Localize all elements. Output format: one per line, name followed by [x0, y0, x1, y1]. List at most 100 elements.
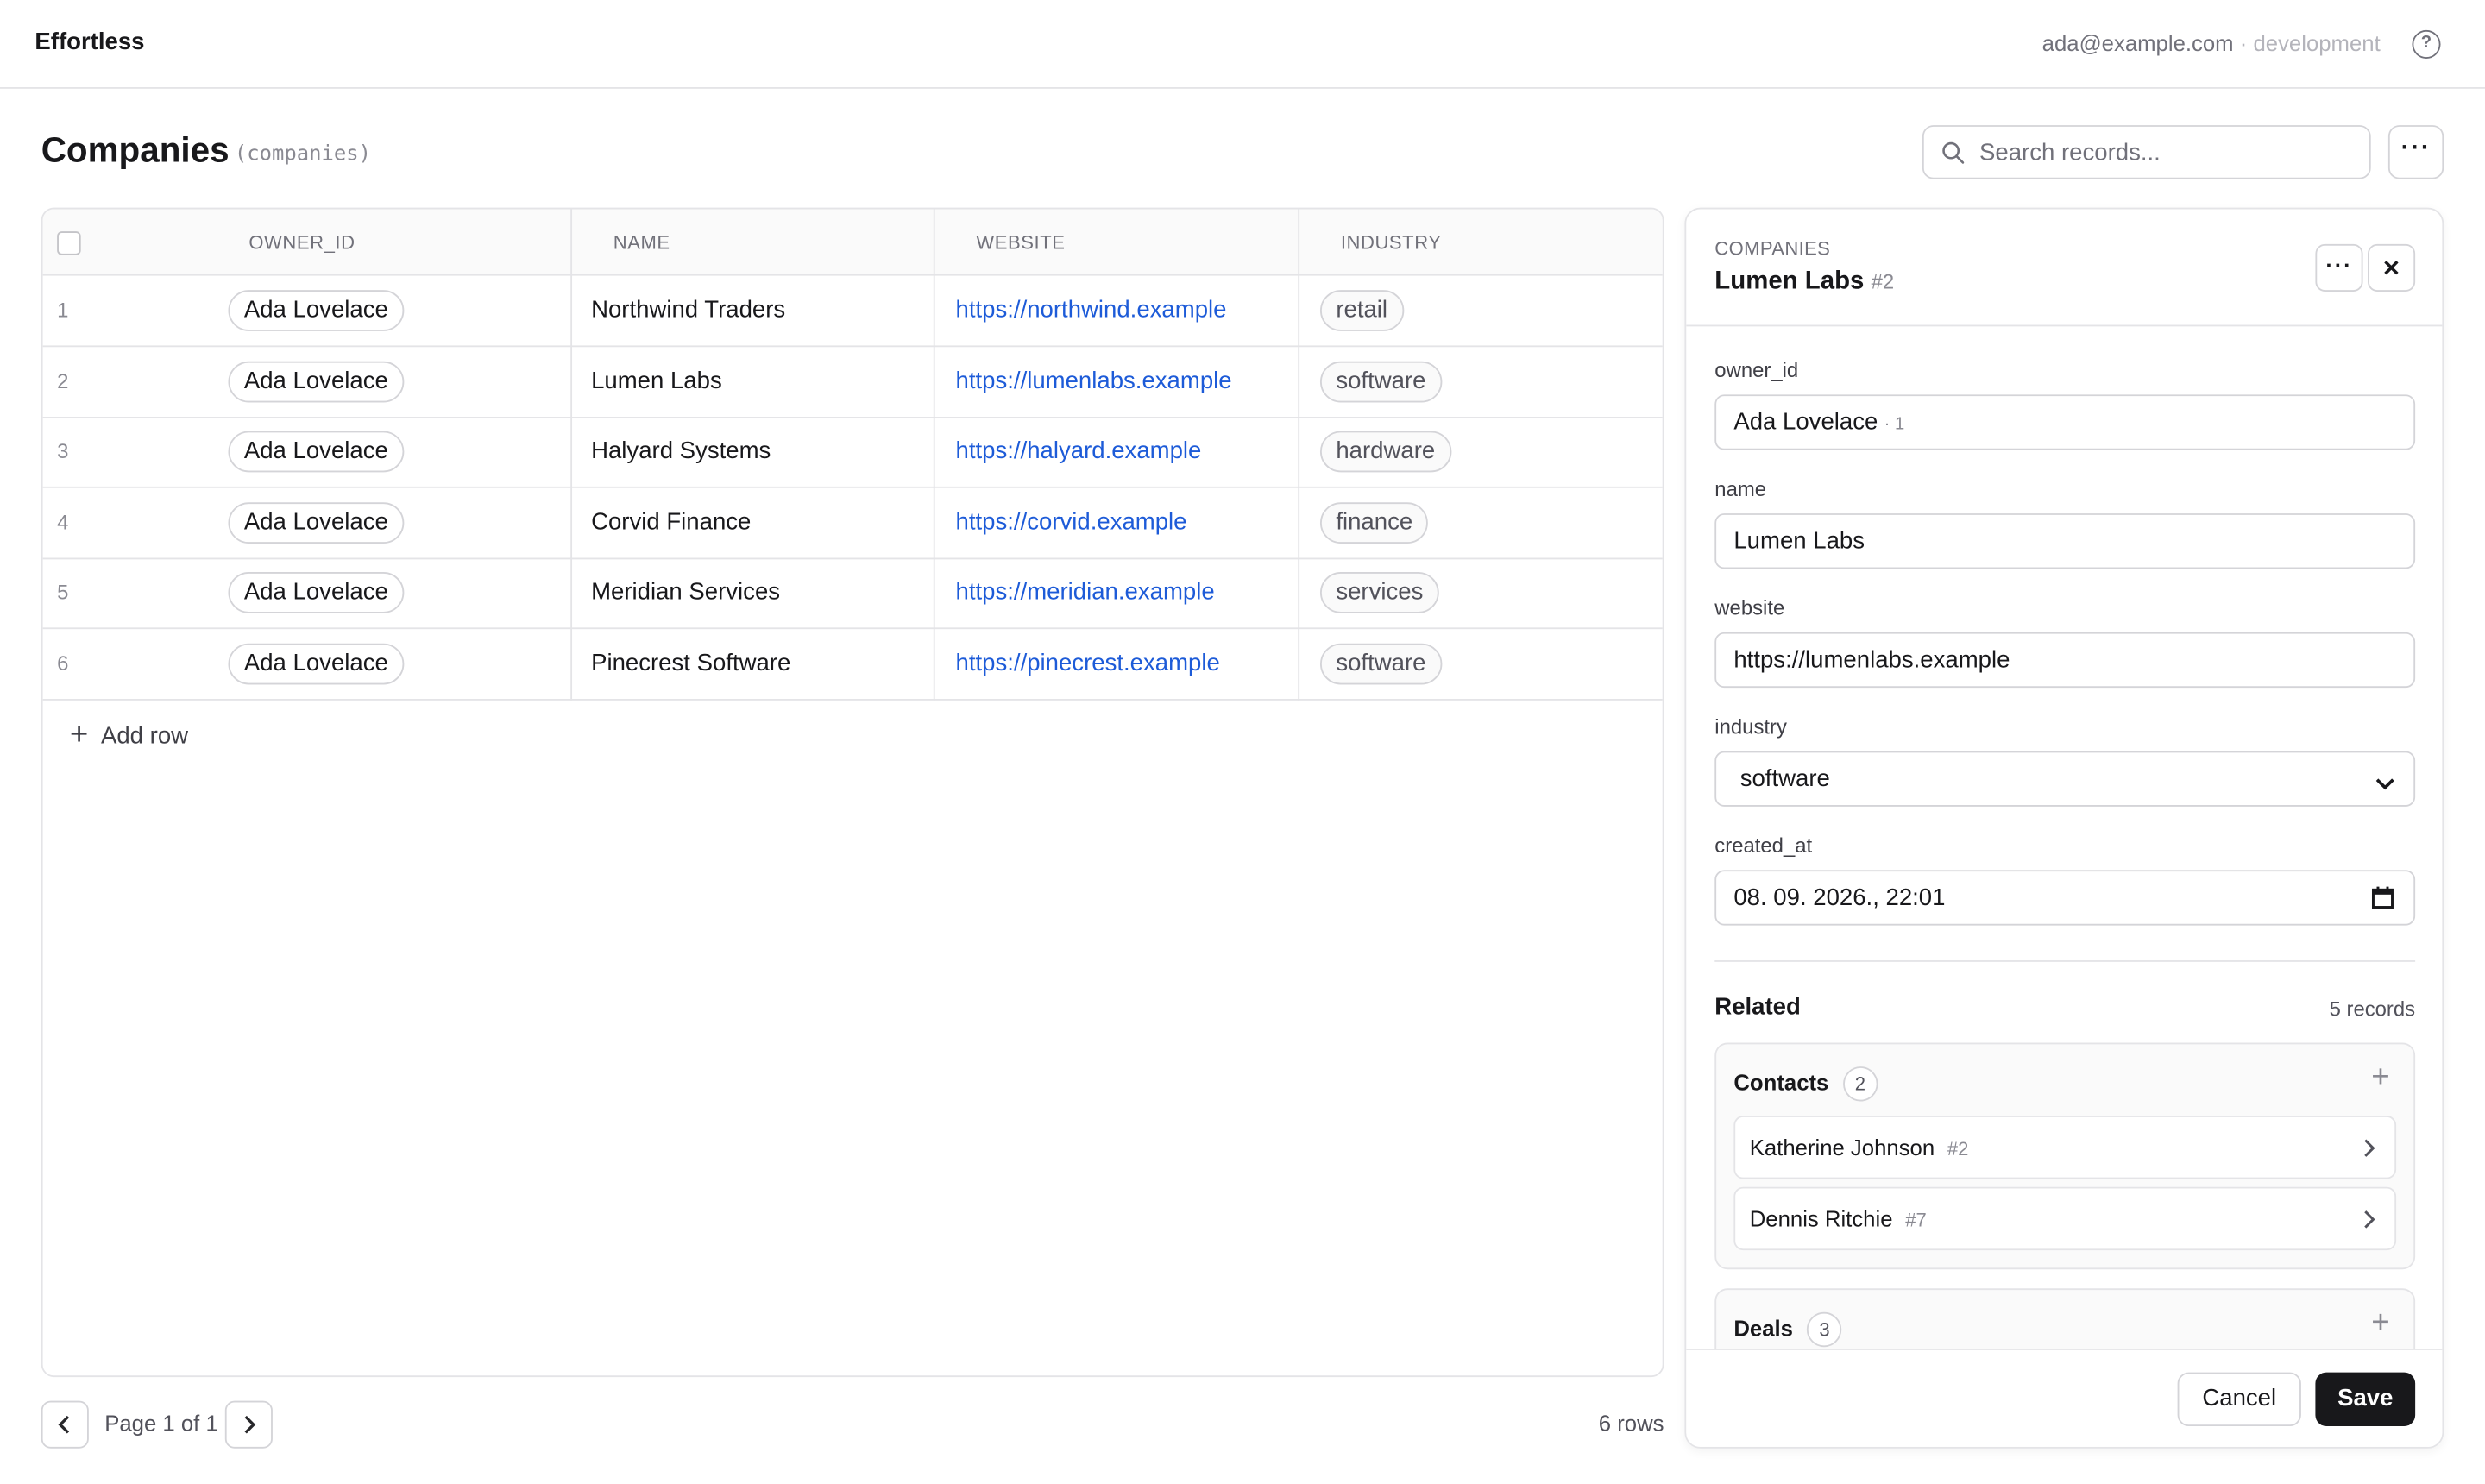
- column-header-owner-id[interactable]: OWNER_ID: [248, 231, 355, 254]
- related-item-id: #2: [1947, 1137, 1969, 1160]
- related-title: Related: [1714, 993, 1801, 1021]
- website-link[interactable]: https://northwind.example: [956, 296, 1227, 323]
- table-row[interactable]: 2 Ada Lovelace Lumen Labs https://lumenl…: [42, 347, 1663, 418]
- account-email: ada@example.com: [2041, 29, 2234, 56]
- count-badge: 3: [1807, 1311, 1842, 1348]
- column-divider: [1298, 209, 1300, 701]
- website-link[interactable]: https://meridian.example: [956, 578, 1215, 605]
- panel-table-label: COMPANIES: [1714, 237, 1831, 261]
- prev-page-button[interactable]: [41, 1400, 89, 1449]
- related-group-name: Deals: [1733, 1315, 1793, 1341]
- calendar-icon[interactable]: [2371, 886, 2395, 916]
- owner-pill[interactable]: Ada Lovelace: [228, 502, 405, 544]
- app-logo[interactable]: Effortless: [35, 28, 144, 55]
- related-group-title: Deals 3: [1733, 1311, 1842, 1348]
- chevron-right-icon: [2363, 1209, 2376, 1237]
- panel-footer: Cancel Save: [1686, 1349, 2443, 1447]
- owner-pill[interactable]: Ada Lovelace: [228, 643, 405, 685]
- add-deal-button[interactable]: +: [2371, 1305, 2389, 1342]
- cancel-button[interactable]: Cancel: [2177, 1372, 2301, 1427]
- name-field[interactable]: Lumen Labs: [1714, 513, 2416, 569]
- row-index: 6: [57, 651, 69, 676]
- industry-select[interactable]: software: [1714, 751, 2416, 807]
- related-item[interactable]: Dennis Ritchie #7: [1733, 1186, 2397, 1251]
- created-at-value: 08. 09. 2026., 22:01: [1733, 883, 1946, 912]
- company-name[interactable]: Pinecrest Software: [591, 650, 790, 676]
- chevron-right-icon: [244, 1415, 256, 1434]
- website-field[interactable]: https://lumenlabs.example: [1714, 632, 2416, 689]
- related-item-name: Katherine Johnson: [1749, 1135, 1935, 1160]
- owner-pill[interactable]: Ada Lovelace: [228, 290, 405, 331]
- plus-icon: +: [69, 718, 89, 753]
- divider: [1686, 324, 2443, 327]
- row-index: 4: [57, 510, 69, 534]
- company-name[interactable]: Halyard Systems: [591, 437, 771, 464]
- industry-pill[interactable]: software: [1319, 361, 1442, 403]
- panel-more-button[interactable]: ···: [2315, 243, 2363, 292]
- save-button[interactable]: Save: [2315, 1372, 2416, 1427]
- industry-label: industry: [1714, 714, 1787, 739]
- company-name[interactable]: Corvid Finance: [591, 509, 751, 536]
- related-item-label: Dennis Ritchie #7: [1750, 1206, 1927, 1231]
- record-name: Lumen Labs: [1714, 267, 1865, 295]
- account-info: ada@example.com · development: [2042, 30, 2381, 55]
- website-link[interactable]: https://corvid.example: [956, 509, 1187, 536]
- table-row[interactable]: 3 Ada Lovelace Halyard Systems https://h…: [42, 417, 1663, 488]
- industry-pill[interactable]: software: [1319, 643, 1442, 685]
- related-group-title: Contacts 2: [1733, 1066, 1878, 1102]
- owner-id-value: Ada Lovelace: [1733, 408, 1878, 437]
- table-row[interactable]: 5 Ada Lovelace Meridian Services https:/…: [42, 558, 1663, 630]
- website-label: website: [1714, 595, 1785, 620]
- owner-pill[interactable]: Ada Lovelace: [228, 431, 405, 473]
- add-row-button[interactable]: + Add row: [70, 716, 188, 752]
- chevron-left-icon: [58, 1415, 70, 1434]
- more-options-button[interactable]: ···: [2387, 125, 2444, 179]
- created-at-field[interactable]: 08. 09. 2026., 22:01: [1714, 870, 2416, 926]
- add-contact-button[interactable]: +: [2371, 1060, 2389, 1097]
- company-name[interactable]: Northwind Traders: [591, 296, 785, 323]
- close-panel-button[interactable]: ✕: [2368, 243, 2416, 292]
- website-link[interactable]: https://lumenlabs.example: [956, 368, 1232, 394]
- owner-id-field[interactable]: Ada Lovelace · 1: [1714, 394, 2416, 450]
- row-index: 5: [57, 580, 69, 604]
- search-input[interactable]: Search records...: [1922, 125, 2371, 179]
- column-header-name[interactable]: NAME: [613, 231, 670, 254]
- company-name[interactable]: Meridian Services: [591, 578, 780, 605]
- industry-pill[interactable]: retail: [1319, 290, 1404, 331]
- row-index: 3: [57, 438, 69, 463]
- related-item-name: Dennis Ritchie: [1749, 1205, 1893, 1232]
- owner-pill[interactable]: Ada Lovelace: [228, 572, 405, 613]
- panel-title: Lumen Labs #2: [1714, 267, 1894, 296]
- website-link[interactable]: https://pinecrest.example: [956, 650, 1220, 676]
- table-row[interactable]: 4 Ada Lovelace Corvid Finance https://co…: [42, 488, 1663, 560]
- row-count: 6 rows: [1598, 1410, 1664, 1437]
- column-divider: [933, 209, 935, 701]
- website-link[interactable]: https://halyard.example: [956, 437, 1202, 464]
- created-at-label: created_at: [1714, 833, 1813, 858]
- related-group-contacts: Contacts 2 + Katherine Johnson #2 Dennis …: [1714, 1042, 2416, 1270]
- owner-pill[interactable]: Ada Lovelace: [228, 361, 405, 403]
- table-row[interactable]: 6 Ada Lovelace Pinecrest Software https:…: [42, 629, 1663, 701]
- divider: [1714, 960, 2416, 962]
- company-name[interactable]: Lumen Labs: [591, 368, 722, 394]
- separator: ·: [2233, 29, 2254, 56]
- count-badge: 2: [1842, 1066, 1878, 1102]
- page-title: Companies: [41, 129, 230, 170]
- record-id: #2: [1871, 269, 1895, 293]
- record-detail-panel: COMPANIES Lumen Labs #2 ··· ✕ owner_id A…: [1684, 207, 2444, 1449]
- top-bar: Effortless ada@example.com · development…: [0, 0, 2485, 89]
- next-page-button[interactable]: [224, 1400, 273, 1449]
- industry-pill[interactable]: services: [1319, 572, 1439, 613]
- owner-id-suffix: · 1: [1884, 415, 1905, 435]
- name-label: name: [1714, 476, 1767, 501]
- industry-pill[interactable]: finance: [1319, 502, 1429, 544]
- table-row[interactable]: 1 Ada Lovelace Northwind Traders https:/…: [42, 276, 1663, 348]
- related-item-label: Katherine Johnson #2: [1750, 1135, 1969, 1160]
- search-placeholder: Search records...: [1979, 139, 2161, 167]
- column-header-industry[interactable]: INDUSTRY: [1341, 231, 1442, 254]
- industry-pill[interactable]: hardware: [1319, 431, 1451, 473]
- column-header-website[interactable]: WEBSITE: [976, 231, 1065, 254]
- related-item[interactable]: Katherine Johnson #2: [1733, 1116, 2397, 1179]
- help-icon[interactable]: ?: [2412, 29, 2441, 59]
- select-all-checkbox[interactable]: [57, 231, 81, 255]
